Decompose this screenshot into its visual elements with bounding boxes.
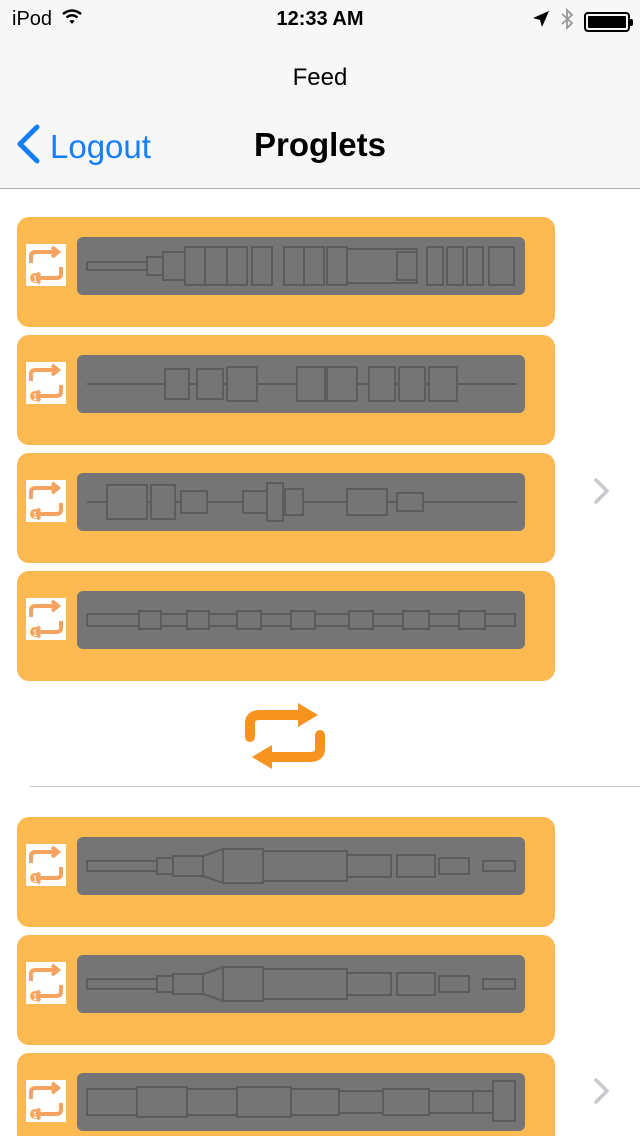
logout-button[interactable]: Logout	[16, 124, 151, 169]
feed-list[interactable]: 1 1 1 1 1 1 1	[0, 189, 640, 1136]
proglet-card[interactable]: 1	[17, 335, 555, 445]
proglet-thumbnail	[77, 237, 525, 295]
svg-text:1: 1	[32, 274, 37, 284]
repost-group-icon[interactable]	[240, 699, 330, 778]
proglet-thumbnail	[77, 355, 525, 413]
nav-prompt: Feed	[292, 64, 348, 91]
repost-icon: 1	[26, 598, 66, 640]
proglet-card[interactable]: 1	[17, 817, 555, 927]
svg-text:1: 1	[32, 628, 37, 638]
repost-icon: 1	[26, 1080, 66, 1122]
proglet-thumbnail	[77, 955, 525, 1013]
repost-icon: 1	[26, 480, 66, 522]
repost-icon: 1	[26, 962, 66, 1004]
svg-text:1: 1	[32, 1110, 37, 1120]
repost-icon: 1	[26, 362, 66, 404]
proglet-card[interactable]: 1	[17, 217, 555, 327]
logout-label: Logout	[50, 127, 151, 165]
proglet-card[interactable]: 1	[17, 935, 555, 1045]
chevron-right-icon[interactable]	[592, 477, 612, 510]
proglet-thumbnail	[77, 1073, 525, 1131]
svg-text:1: 1	[32, 510, 37, 520]
group-divider	[30, 786, 640, 787]
proglet-thumbnail	[77, 837, 525, 895]
proglet-card[interactable]: 1	[17, 453, 555, 563]
repost-icon: 1	[26, 244, 66, 286]
location-icon	[532, 10, 550, 34]
svg-text:1: 1	[32, 392, 37, 402]
battery-icon	[584, 12, 633, 32]
svg-text:1: 1	[32, 992, 37, 1002]
proglet-thumbnail	[77, 473, 525, 531]
status-bar: iPod 12:33 AM	[0, 0, 640, 40]
proglet-thumbnail	[77, 591, 525, 649]
proglet-card[interactable]: 1	[17, 571, 555, 681]
bluetooth-icon	[560, 7, 574, 36]
svg-text:1: 1	[32, 874, 37, 884]
chevron-right-icon[interactable]	[592, 1077, 612, 1110]
proglet-card[interactable]: 1	[17, 1053, 555, 1136]
navigation-bar: Feed Logout Proglets	[0, 40, 640, 189]
repost-icon: 1	[26, 844, 66, 886]
chevron-left-icon	[16, 124, 40, 169]
